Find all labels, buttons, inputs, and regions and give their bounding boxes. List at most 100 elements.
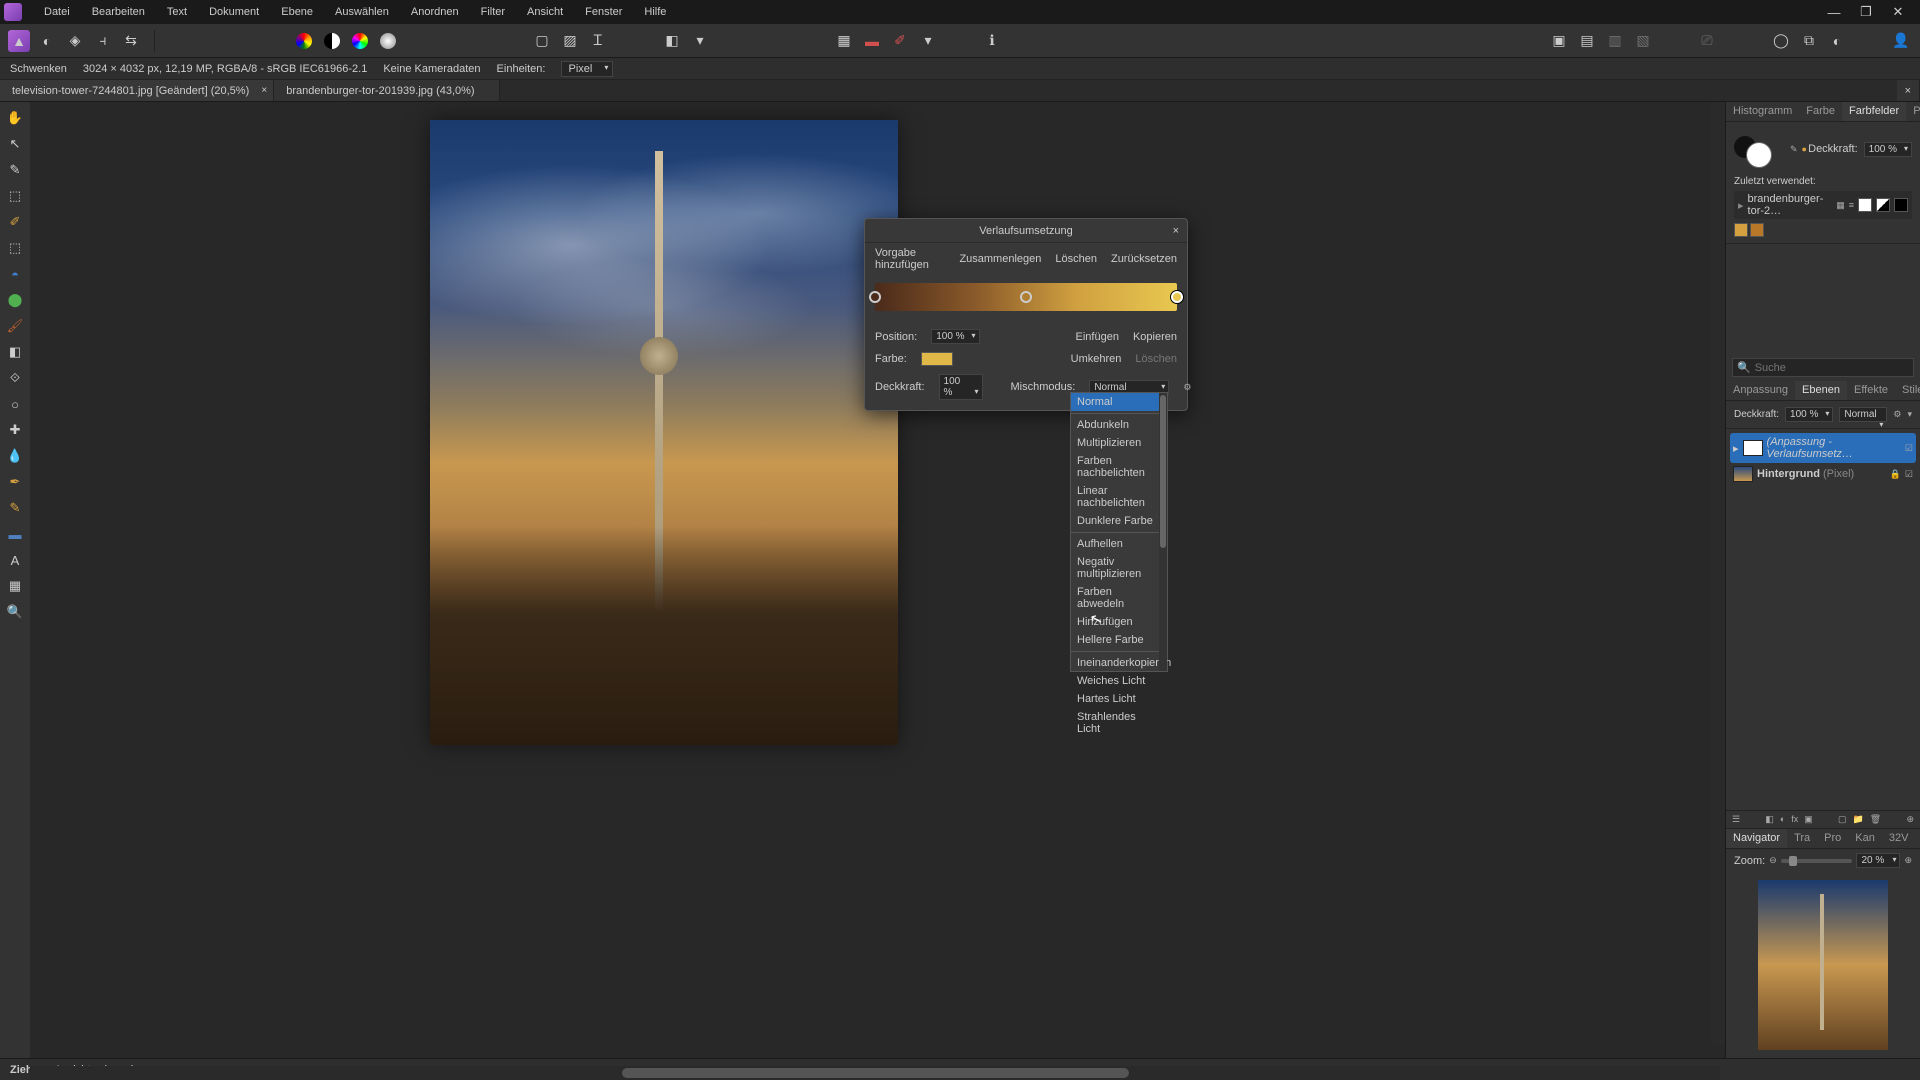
- dropdown-scrollbar[interactable]: [1159, 393, 1167, 671]
- tab-anpassung[interactable]: Anpassung: [1726, 381, 1795, 400]
- menu-datei[interactable]: Datei: [34, 3, 80, 21]
- blend-option[interactable]: Hinzufügen: [1071, 613, 1167, 631]
- adjustment-icon[interactable]: ◐: [1780, 814, 1785, 825]
- gradient-stop[interactable]: [869, 291, 881, 303]
- tab-pro[interactable]: Pro: [1817, 829, 1848, 848]
- duplicate-layer-icon[interactable]: ⧉: [1798, 30, 1820, 52]
- flood-tool-icon[interactable]: ◓: [5, 264, 25, 284]
- panel-menu-icon[interactable]: ≡: [1915, 829, 1920, 848]
- crop-tool-icon[interactable]: ✐: [889, 30, 911, 52]
- layer-blend-select[interactable]: Normal: [1839, 407, 1887, 422]
- gear-icon[interactable]: ⚙: [1183, 382, 1191, 393]
- gradient-tool-icon[interactable]: ⬤: [5, 290, 25, 310]
- fx-icon[interactable]: fx: [1791, 814, 1798, 825]
- scrollbar-horizontal[interactable]: [30, 1066, 1720, 1080]
- export-persona-icon[interactable]: ⇆: [120, 30, 142, 52]
- color-selector-icon[interactable]: [1734, 132, 1784, 166]
- tab-close-all[interactable]: ×: [1897, 80, 1920, 101]
- develop-persona-icon[interactable]: ◈: [64, 30, 86, 52]
- gradient-editor[interactable]: [875, 283, 1177, 311]
- zoom-value[interactable]: 20 %: [1856, 853, 1900, 868]
- window-minimize-icon[interactable]: —: [1822, 3, 1846, 21]
- alignment-icon[interactable]: ▬: [861, 30, 883, 52]
- zoom-tool-icon[interactable]: 🔍: [5, 602, 25, 622]
- hand-tool-icon[interactable]: ✋: [5, 108, 25, 128]
- close-icon[interactable]: ×: [261, 85, 267, 96]
- blend-option[interactable]: Aufhellen: [1071, 535, 1167, 553]
- clone-tool-icon[interactable]: ⟐: [5, 368, 25, 388]
- crop-tool-icon[interactable]: ⬚: [5, 186, 25, 206]
- swatch-white[interactable]: [1858, 198, 1872, 212]
- arrange-forward-icon[interactable]: ▥: [1604, 30, 1626, 52]
- visibility-icon[interactable]: ☑: [1905, 443, 1913, 454]
- menu-auswaehlen[interactable]: Auswählen: [325, 3, 399, 21]
- soft-proof-icon[interactable]: [377, 30, 399, 52]
- merge-button[interactable]: Zusammenlegen: [959, 253, 1041, 265]
- tab-stile[interactable]: Stile: [1895, 381, 1920, 400]
- search-input[interactable]: 🔍: [1732, 358, 1914, 377]
- menu-anordnen[interactable]: Anordnen: [401, 3, 469, 21]
- marquee-icon[interactable]: ▢: [531, 30, 553, 52]
- arrange-front-icon[interactable]: ▣: [1548, 30, 1570, 52]
- zoom-out-icon[interactable]: ⊖: [1769, 855, 1777, 866]
- blend-option[interactable]: Abdunkeln: [1071, 416, 1167, 434]
- color-picker-tool-icon[interactable]: ✎: [5, 160, 25, 180]
- blend-option[interactable]: Dunklere Farbe: [1071, 512, 1167, 530]
- blend-option[interactable]: Farben abwedeln: [1071, 583, 1167, 613]
- delete-button[interactable]: Löschen: [1055, 253, 1097, 265]
- swatch-add-icon[interactable]: ●: [1802, 144, 1807, 155]
- tab-navigator[interactable]: Navigator: [1726, 829, 1787, 848]
- move-tool-icon[interactable]: ↖: [5, 134, 25, 154]
- zoom-slider[interactable]: [1781, 859, 1853, 863]
- marquee-sub-icon[interactable]: ▨: [559, 30, 581, 52]
- dodge-tool-icon[interactable]: ○: [5, 394, 25, 414]
- tab-ebenen[interactable]: Ebenen: [1795, 381, 1847, 400]
- delete-stop-button[interactable]: Löschen: [1135, 353, 1177, 365]
- close-icon[interactable]: ×: [1173, 225, 1179, 237]
- bw-adjust-icon[interactable]: [321, 30, 343, 52]
- reset-button[interactable]: Zurücksetzen: [1111, 253, 1177, 265]
- invert-button[interactable]: Umkehren: [1071, 353, 1122, 365]
- paint-brush-icon[interactable]: 🖌: [5, 316, 25, 336]
- menu-text[interactable]: Text: [157, 3, 197, 21]
- arrange-backward-icon[interactable]: ▧: [1632, 30, 1654, 52]
- lock-icon[interactable]: 🔒: [1890, 469, 1901, 480]
- pen-tool-icon[interactable]: ✒: [5, 472, 25, 492]
- position-value[interactable]: 100 %: [931, 329, 979, 344]
- tone-persona-icon[interactable]: ⫞: [92, 30, 114, 52]
- menu-icon[interactable]: ≡: [1849, 200, 1854, 210]
- menu-filter[interactable]: Filter: [471, 3, 515, 21]
- mesh-tool-icon[interactable]: ▦: [5, 576, 25, 596]
- crop-icon[interactable]: ▣: [1804, 814, 1813, 825]
- blend-option-normal[interactable]: Normal: [1071, 393, 1167, 411]
- zoom-in-icon[interactable]: ⊕: [1904, 855, 1912, 866]
- layers-icon[interactable]: ☰: [1732, 814, 1740, 825]
- arrange-back-icon[interactable]: ▤: [1576, 30, 1598, 52]
- menu-dokument[interactable]: Dokument: [199, 3, 269, 21]
- delete-icon[interactable]: 🗑: [1870, 814, 1881, 825]
- blend-option[interactable]: Negativ multiplizieren: [1071, 553, 1167, 583]
- tab-histogramm[interactable]: Histogramm: [1726, 102, 1799, 121]
- copy-button[interactable]: Kopieren: [1133, 331, 1177, 343]
- blend-option[interactable]: Strahlendes Licht: [1071, 708, 1167, 738]
- menu-fenster[interactable]: Fenster: [575, 3, 632, 21]
- tab-tra[interactable]: Tra: [1787, 829, 1817, 848]
- tab-effekte[interactable]: Effekte: [1847, 381, 1895, 400]
- opacity-value[interactable]: 100 %: [1864, 142, 1912, 157]
- close-icon[interactable]: ×: [1905, 85, 1911, 97]
- gradient-stop-selected[interactable]: [1171, 291, 1183, 303]
- chevron-down-icon[interactable]: ▾: [689, 30, 711, 52]
- layer-opacity-value[interactable]: 100 %: [1785, 407, 1833, 422]
- layer-row-background[interactable]: Hintergrund (Pixel) 🔒 ☑: [1730, 463, 1916, 485]
- tab-farbe[interactable]: Farbe: [1799, 102, 1842, 121]
- photo-persona-icon[interactable]: ▲: [8, 30, 30, 52]
- swatch-diag[interactable]: [1876, 198, 1890, 212]
- add-preset-button[interactable]: Vorgabe hinzufügen: [875, 247, 931, 271]
- units-select[interactable]: Pixel: [561, 61, 613, 77]
- menu-hilfe[interactable]: Hilfe: [634, 3, 676, 21]
- layer-row-adjustment[interactable]: ▸ (Anpassung - Verlaufsumsetz… ☑: [1730, 433, 1916, 463]
- gradient-stop[interactable]: [1020, 291, 1032, 303]
- swatch-black[interactable]: [1894, 198, 1908, 212]
- text-select-icon[interactable]: Ꮖ: [587, 30, 609, 52]
- info-icon[interactable]: ℹ: [981, 30, 1003, 52]
